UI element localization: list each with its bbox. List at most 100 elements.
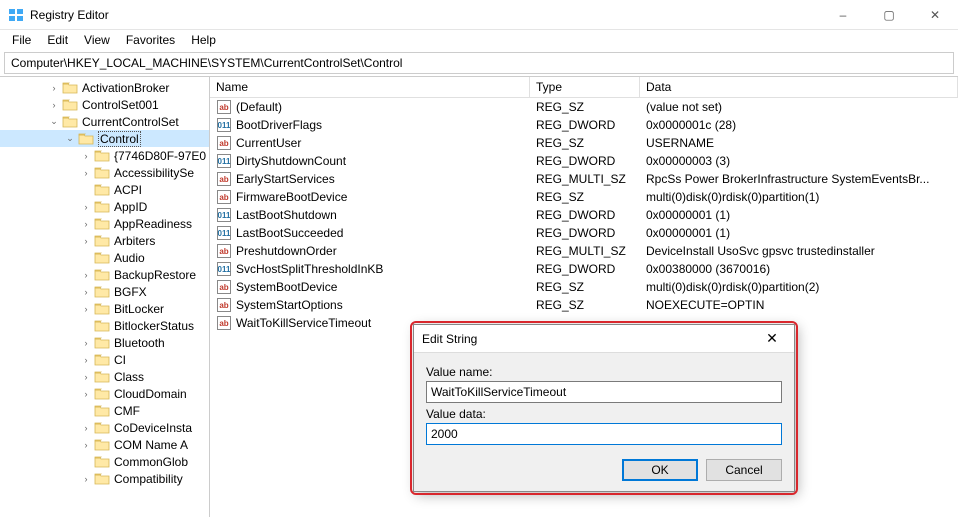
- tree-node[interactable]: ›Bluetooth: [0, 334, 209, 351]
- list-row[interactable]: ab(Default)REG_SZ(value not set): [210, 98, 958, 116]
- dialog-title: Edit String: [422, 332, 758, 346]
- list-row[interactable]: 011LastBootShutdownREG_DWORD0x00000001 (…: [210, 206, 958, 224]
- list-row[interactable]: abSystemStartOptionsREG_SZ NOEXECUTE=OPT…: [210, 296, 958, 314]
- tree-node[interactable]: CMF: [0, 402, 209, 419]
- expander-closed-icon[interactable]: ›: [80, 303, 92, 315]
- col-type[interactable]: Type: [530, 77, 640, 97]
- tree-node-label: CloudDomain: [114, 387, 187, 401]
- tree-node[interactable]: BitlockerStatus: [0, 317, 209, 334]
- expander-closed-icon[interactable]: ›: [80, 286, 92, 298]
- tree-node[interactable]: ⌄CurrentControlSet: [0, 113, 209, 130]
- list-row[interactable]: 011SvcHostSplitThresholdInKBREG_DWORD0x0…: [210, 260, 958, 278]
- folder-icon: [94, 149, 110, 163]
- menu-file[interactable]: File: [6, 31, 37, 49]
- expander-closed-icon[interactable]: ›: [48, 82, 60, 94]
- col-data[interactable]: Data: [640, 77, 958, 97]
- expander-closed-icon[interactable]: ›: [80, 371, 92, 383]
- expander-closed-icon[interactable]: ›: [80, 439, 92, 451]
- expander-closed-icon[interactable]: ›: [80, 422, 92, 434]
- tree-node[interactable]: › CI: [0, 351, 209, 368]
- menu-favorites[interactable]: Favorites: [120, 31, 181, 49]
- tree-node[interactable]: ›ControlSet001: [0, 96, 209, 113]
- expander-closed-icon[interactable]: ›: [80, 269, 92, 281]
- tree-node[interactable]: CommonGlob: [0, 453, 209, 470]
- close-button[interactable]: ✕: [912, 0, 958, 30]
- folder-icon: [94, 234, 110, 248]
- binary-value-icon: 011: [216, 207, 232, 223]
- expander-none: [80, 456, 92, 468]
- tree-node[interactable]: ›BitLocker: [0, 300, 209, 317]
- tree-node[interactable]: ›{7746D80F-97E0: [0, 147, 209, 164]
- tree-node-label: COM Name A: [114, 438, 188, 452]
- string-value-icon: ab: [216, 171, 232, 187]
- list-row[interactable]: abPreshutdownOrderREG_MULTI_SZDeviceInst…: [210, 242, 958, 260]
- minimize-button[interactable]: –: [820, 0, 866, 30]
- tree-node[interactable]: ⌄Control: [0, 130, 209, 147]
- value-data: RpcSs Power BrokerInfrastructure SystemE…: [640, 172, 958, 186]
- expander-closed-icon[interactable]: ›: [80, 167, 92, 179]
- expander-closed-icon[interactable]: ›: [80, 150, 92, 162]
- expander-none: [80, 320, 92, 332]
- tree-node-label: BitlockerStatus: [114, 319, 194, 333]
- tree-node[interactable]: ›AccessibilitySe: [0, 164, 209, 181]
- expander-closed-icon[interactable]: ›: [48, 99, 60, 111]
- expander-closed-icon[interactable]: ›: [80, 473, 92, 485]
- tree-node[interactable]: ›AppReadiness: [0, 215, 209, 232]
- tree-node[interactable]: ›Arbiters: [0, 232, 209, 249]
- tree-node-label: Compatibility: [114, 472, 183, 486]
- value-name-input[interactable]: [426, 381, 782, 403]
- value-name: CurrentUser: [236, 136, 301, 150]
- maximize-button[interactable]: ▢: [866, 0, 912, 30]
- value-data-input[interactable]: [426, 423, 782, 445]
- tree-node[interactable]: › AppID: [0, 198, 209, 215]
- list-row[interactable]: abFirmwareBootDeviceREG_SZmulti(0)disk(0…: [210, 188, 958, 206]
- expander-open-icon[interactable]: ⌄: [64, 133, 76, 145]
- menu-view[interactable]: View: [78, 31, 116, 49]
- list-row[interactable]: 011LastBootSucceededREG_DWORD0x00000001 …: [210, 224, 958, 242]
- tree-node-label: BGFX: [114, 285, 147, 299]
- list-row[interactable]: 011DirtyShutdownCountREG_DWORD0x00000003…: [210, 152, 958, 170]
- tree-node[interactable]: Audio: [0, 249, 209, 266]
- expander-closed-icon[interactable]: ›: [80, 337, 92, 349]
- tree-node[interactable]: ›BackupRestore: [0, 266, 209, 283]
- col-name[interactable]: Name: [210, 77, 530, 97]
- folder-icon: [94, 183, 110, 197]
- tree-node[interactable]: › CloudDomain: [0, 385, 209, 402]
- tree-node-label: AppID: [114, 200, 147, 214]
- value-type: REG_SZ: [530, 190, 640, 204]
- expander-closed-icon[interactable]: ›: [80, 354, 92, 366]
- menubar: File Edit View Favorites Help: [0, 30, 958, 50]
- tree-node-label: ActivationBroker: [82, 81, 169, 95]
- expander-closed-icon[interactable]: ›: [80, 235, 92, 247]
- tree-node[interactable]: ACPI: [0, 181, 209, 198]
- tree-view[interactable]: › ActivationBroker›ControlSet001⌄CurrentC…: [0, 77, 210, 517]
- window-controls: – ▢ ✕: [820, 0, 958, 30]
- expander-closed-icon[interactable]: ›: [80, 218, 92, 230]
- list-row[interactable]: abCurrentUserREG_SZUSERNAME: [210, 134, 958, 152]
- tree-node[interactable]: ›Class: [0, 368, 209, 385]
- tree-node[interactable]: › ActivationBroker: [0, 79, 209, 96]
- cancel-button[interactable]: Cancel: [706, 459, 782, 481]
- menu-edit[interactable]: Edit: [41, 31, 74, 49]
- value-type: REG_DWORD: [530, 226, 640, 240]
- value-name: LastBootShutdown: [236, 208, 337, 222]
- value-name: SystemBootDevice: [236, 280, 337, 294]
- expander-closed-icon[interactable]: ›: [80, 201, 92, 213]
- tree-node[interactable]: › COM Name A: [0, 436, 209, 453]
- ok-button[interactable]: OK: [622, 459, 698, 481]
- tree-node[interactable]: ›CoDeviceInsta: [0, 419, 209, 436]
- dialog-close-button[interactable]: ✕: [758, 325, 786, 353]
- tree-node[interactable]: › Compatibility: [0, 470, 209, 487]
- menu-help[interactable]: Help: [185, 31, 222, 49]
- folder-icon: [62, 81, 78, 95]
- list-row[interactable]: abSystemBootDeviceREG_SZmulti(0)disk(0)r…: [210, 278, 958, 296]
- address-bar[interactable]: Computer\HKEY_LOCAL_MACHINE\SYSTEM\Curre…: [4, 52, 954, 74]
- list-row[interactable]: 011BootDriverFlagsREG_DWORD0x0000001c (2…: [210, 116, 958, 134]
- list-row[interactable]: abEarlyStartServicesREG_MULTI_SZRpcSs Po…: [210, 170, 958, 188]
- value-data: multi(0)disk(0)rdisk(0)partition(1): [640, 190, 958, 204]
- tree-node[interactable]: › BGFX: [0, 283, 209, 300]
- expander-open-icon[interactable]: ⌄: [48, 116, 60, 128]
- folder-icon: [94, 285, 110, 299]
- expander-closed-icon[interactable]: ›: [80, 388, 92, 400]
- tree-node-label: CI: [114, 353, 126, 367]
